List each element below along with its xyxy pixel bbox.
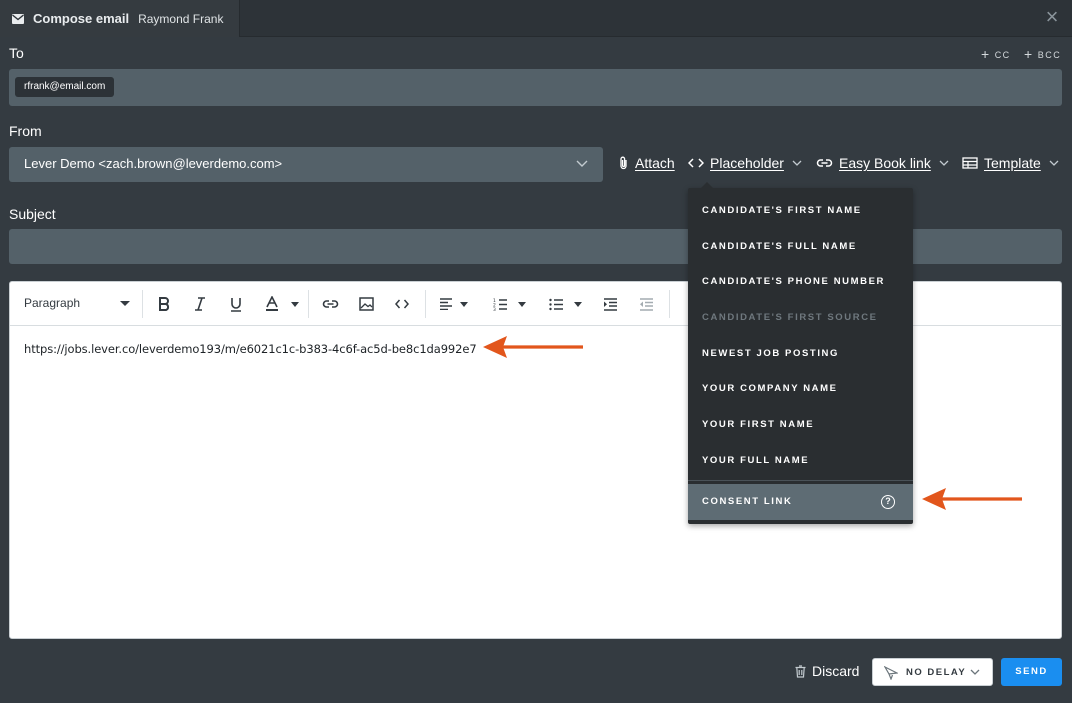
window-title: Compose email [33, 11, 130, 26]
consent-link-label: CONSENT LINK [702, 496, 793, 507]
plus-icon: + [1024, 46, 1034, 62]
placeholder-button[interactable]: Placeholder [688, 155, 808, 171]
bullet-list-icon[interactable] [546, 294, 566, 314]
chevron-down-icon [970, 669, 980, 675]
from-value: Lever Demo <zach.brown@leverdemo.com> [24, 156, 283, 171]
chevron-down-icon [574, 302, 582, 307]
table-icon [962, 157, 978, 169]
chevron-down-icon [460, 302, 468, 307]
close-icon[interactable]: × [1042, 6, 1062, 28]
ordered-list-icon[interactable]: 123 [490, 294, 510, 314]
easy-book-link-button[interactable]: Easy Book link [816, 155, 955, 171]
discard-button[interactable]: Discard [795, 663, 859, 679]
image-icon[interactable] [356, 294, 376, 314]
menu-caret [701, 182, 713, 188]
chevron-down-icon [518, 302, 526, 307]
to-field[interactable]: rfrank@email.com [9, 69, 1062, 106]
compose-tab[interactable]: Compose email Raymond Frank [0, 0, 240, 37]
paperclip-icon [620, 156, 627, 170]
trash-icon [795, 664, 806, 678]
menu-item-your-full-name[interactable]: YOUR FULL NAME [702, 455, 809, 466]
svg-text:3: 3 [493, 307, 496, 311]
toolbar-divider [308, 290, 309, 318]
menu-item-your-first-name[interactable]: YOUR FIRST NAME [702, 419, 814, 430]
subject-label: Subject [9, 206, 56, 222]
indent-icon[interactable] [600, 294, 620, 314]
template-button[interactable]: Template [962, 155, 1065, 171]
align-icon[interactable] [436, 294, 456, 314]
delay-select[interactable]: NO DELAY [872, 658, 993, 686]
outdent-icon[interactable] [636, 294, 656, 314]
block-format-select[interactable]: Paragraph [24, 296, 80, 310]
chevron-down-icon [1049, 160, 1059, 166]
attach-button[interactable]: Attach [618, 155, 675, 171]
link-icon [816, 159, 833, 167]
chevron-down-icon [792, 160, 802, 166]
toolbar-divider [425, 290, 426, 318]
send-button[interactable]: SEND [1001, 658, 1062, 686]
underline-icon[interactable] [226, 294, 246, 314]
bold-icon[interactable] [154, 294, 174, 314]
title-bar: Compose email Raymond Frank × [0, 0, 1072, 37]
menu-item-candidate-first-name[interactable]: CANDIDATE'S FIRST NAME [702, 205, 862, 216]
italic-icon[interactable] [190, 294, 210, 314]
add-cc-button[interactable]: + CC [981, 46, 1011, 62]
help-icon[interactable]: ? [881, 495, 895, 509]
to-label: To [9, 45, 24, 61]
placeholder-menu: CANDIDATE'S FIRST NAME CANDIDATE'S FULL … [688, 182, 913, 524]
send-delay-icon [884, 666, 898, 680]
recipient-name: Raymond Frank [138, 11, 224, 26]
mail-icon [12, 13, 24, 24]
menu-item-candidate-phone-number[interactable]: CANDIDATE'S PHONE NUMBER [702, 276, 885, 287]
plus-icon: + [981, 46, 991, 62]
text-color-icon[interactable] [262, 294, 282, 314]
chevron-down-icon [291, 302, 299, 307]
chevron-down-icon [939, 160, 949, 166]
code-icon [688, 158, 704, 168]
menu-divider [688, 480, 913, 481]
arrow-annotation-icon [922, 488, 1022, 510]
menu-item-newest-job-posting[interactable]: NEWEST JOB POSTING [702, 348, 839, 359]
menu-item-consent-link[interactable]: CONSENT LINK ? [688, 484, 913, 520]
chevron-down-icon [120, 301, 130, 306]
body-text[interactable]: https://jobs.lever.co/leverdemo193/m/e60… [24, 342, 477, 356]
add-bcc-button[interactable]: + BCC [1024, 46, 1061, 62]
chevron-down-icon [576, 160, 588, 167]
from-label: From [9, 123, 42, 139]
code-icon[interactable] [392, 294, 412, 314]
toolbar-divider [142, 290, 143, 318]
menu-item-candidate-first-source: CANDIDATE'S FIRST SOURCE [702, 312, 878, 323]
from-select[interactable]: Lever Demo <zach.brown@leverdemo.com> [9, 147, 603, 182]
menu-item-your-company-name[interactable]: YOUR COMPANY NAME [702, 383, 838, 394]
toolbar-divider [669, 290, 670, 318]
arrow-annotation-icon [483, 336, 583, 358]
recipient-chip[interactable]: rfrank@email.com [15, 77, 115, 97]
menu-item-candidate-full-name[interactable]: CANDIDATE'S FULL NAME [702, 241, 857, 252]
link-icon[interactable] [320, 294, 340, 314]
